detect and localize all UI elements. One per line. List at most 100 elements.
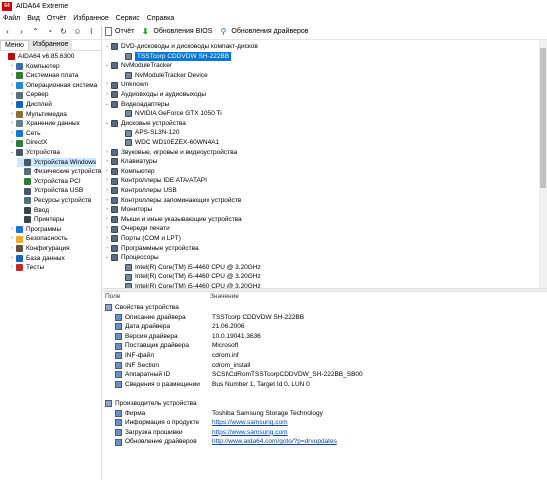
device-tree-item[interactable]: › Unknown <box>104 80 148 90</box>
expand-arrow-icon[interactable]: › <box>104 90 110 100</box>
device-tree-item[interactable]: ⌄ Дисковые устройства <box>104 119 186 129</box>
expand-arrow-icon[interactable]: › <box>104 234 110 244</box>
tree-item[interactable]: › Компьютер <box>9 62 60 72</box>
profile-icon[interactable]: ◔ <box>45 27 54 36</box>
pane-splitter[interactable] <box>103 288 547 292</box>
tree-item[interactable]: › DirectX <box>9 138 47 148</box>
device-tree-item[interactable]: › Мыши и иные указывающие устройства <box>104 215 242 225</box>
refresh-icon[interactable]: ↻ <box>59 27 68 36</box>
tree-item[interactable]: › Программы <box>9 225 61 235</box>
report-button[interactable]: Отчёт <box>105 27 134 36</box>
tree-item[interactable]: AIDA64 v6.85.6300 <box>1 52 74 62</box>
expand-arrow-icon[interactable]: ⌄ <box>104 61 110 71</box>
expand-arrow-icon[interactable]: › <box>9 71 15 81</box>
tree-item[interactable]: › Системная плата <box>9 71 78 81</box>
menu-item[interactable]: Сервис <box>113 15 144 22</box>
tab-menu[interactable]: Меню <box>0 40 29 50</box>
chart-icon[interactable]: ⌇ <box>87 27 96 36</box>
tree-item[interactable]: › Сервер <box>9 90 49 100</box>
menu-item[interactable]: Файл <box>0 15 24 22</box>
device-tree-item[interactable]: › Мониторы <box>104 205 152 215</box>
device-tree-item[interactable]: ⌄ DVD-дисководы и дисководы компакт-диско… <box>104 42 258 52</box>
device-tree-item[interactable]: › Звуковые, игровые и видеоустройства <box>104 148 237 158</box>
tree-item[interactable]: › Дисплей <box>9 100 52 110</box>
up-icon[interactable]: ⌃ <box>31 27 40 36</box>
device-tree-item[interactable]: TSSTcorp CDDVDW SH-222BB <box>118 51 232 62</box>
device-tree-item[interactable]: NvModuleTracker Device <box>118 71 208 81</box>
tree-item[interactable]: › Конфигурация <box>9 244 70 254</box>
device-tree-item[interactable]: Intel(R) Core(TM) i5-4460 CPU @ 3.20GHz <box>118 272 261 282</box>
tree-item[interactable]: › Безопасность <box>9 234 67 244</box>
device-tree-item[interactable]: › Клавиатуры <box>104 157 157 167</box>
tree-item[interactable]: Устройства Windows <box>17 157 97 168</box>
expand-arrow-icon[interactable]: › <box>9 129 15 139</box>
expand-arrow-icon[interactable]: › <box>9 81 15 91</box>
tree-item[interactable]: Ввод <box>17 206 49 216</box>
tree-item[interactable]: ⌄ Устройства <box>9 148 60 158</box>
device-tree-item[interactable]: › Контроллеры IDE ATA/ATAPI <box>104 176 207 186</box>
device-tree-item[interactable]: WDC WD10EZEX-60WN4A1 <box>118 138 219 148</box>
expand-arrow-icon[interactable]: › <box>104 196 110 206</box>
expand-arrow-icon[interactable]: › <box>9 110 15 120</box>
tree-item[interactable]: › Хранение данных <box>9 119 80 129</box>
device-tree-item[interactable]: ⌄ NvModuleTracker <box>104 61 172 71</box>
expand-arrow-icon[interactable]: ⌄ <box>104 42 110 52</box>
expand-arrow-icon[interactable]: ⌄ <box>104 119 110 129</box>
expand-arrow-icon[interactable]: › <box>104 186 110 196</box>
expand-arrow-icon[interactable]: › <box>9 225 15 235</box>
property-link[interactable]: https://www.samsung.com <box>212 418 288 428</box>
expand-arrow-icon[interactable]: › <box>9 119 15 129</box>
tree-item[interactable]: › База данных <box>9 254 65 264</box>
tree-item[interactable]: › Сеть <box>9 129 40 139</box>
tree-item[interactable]: Устройства USB <box>17 186 83 196</box>
expand-arrow-icon[interactable]: ⌄ <box>104 253 110 263</box>
scrollbar-thumb[interactable] <box>540 48 546 188</box>
expand-arrow-icon[interactable]: › <box>104 224 110 234</box>
property-link[interactable]: http://www.aida64.com/goto/?p=drvupdates <box>212 437 337 447</box>
expand-arrow-icon[interactable]: › <box>104 176 110 186</box>
expand-arrow-icon[interactable]: › <box>9 254 15 264</box>
expand-arrow-icon[interactable]: ⌄ <box>104 100 110 110</box>
tree-item[interactable]: Ресурсы устройств <box>17 196 91 206</box>
column-header-value[interactable]: Значение <box>210 292 239 302</box>
expand-arrow-icon[interactable]: › <box>104 167 110 177</box>
device-tree-item[interactable]: › Контроллеры запоминающих устройств <box>104 196 241 206</box>
device-tree-item[interactable]: NVIDIA GeForce GTX 1050 Ti <box>118 109 222 119</box>
menu-item[interactable]: Отчёт <box>44 15 70 22</box>
menu-item[interactable]: Избранное <box>70 15 112 22</box>
driver-updates-button[interactable]: ⚲ Обновления драйверов <box>218 27 308 37</box>
tree-item[interactable]: › Операционная система <box>9 81 97 91</box>
device-tree-item[interactable]: › Программные устройства <box>104 244 199 254</box>
tree-item[interactable]: Устройства PCI <box>17 177 81 187</box>
tree-item[interactable]: › Тесты <box>9 263 44 273</box>
device-tree-item[interactable]: ⌄ Видеоадаптеры <box>104 100 169 110</box>
expand-arrow-icon[interactable]: ⌄ <box>9 148 15 158</box>
vertical-scrollbar[interactable] <box>539 40 547 288</box>
menu-item[interactable]: Вид <box>24 15 44 22</box>
back-icon[interactable]: ‹ <box>3 27 12 36</box>
expand-arrow-icon[interactable]: › <box>104 244 110 254</box>
expand-arrow-icon[interactable]: › <box>104 215 110 225</box>
device-tree-item[interactable]: › Аудиовходы и аудиовыходы <box>104 90 206 100</box>
device-tree-item[interactable]: › Порты (COM и LPT) <box>104 234 181 244</box>
tree-item[interactable]: Принтеры <box>17 215 64 225</box>
device-tree-item[interactable]: › Компьютер <box>104 167 155 177</box>
user-icon[interactable]: ☺ <box>73 27 82 36</box>
expand-arrow-icon[interactable]: › <box>104 157 110 167</box>
tab-favorites[interactable]: Избранное <box>28 40 73 50</box>
device-tree-item[interactable]: Intel(R) Core(TM) i5-4460 CPU @ 3.20GHz <box>118 263 261 273</box>
expand-arrow-icon[interactable]: › <box>9 138 15 148</box>
expand-arrow-icon[interactable]: › <box>9 244 15 254</box>
menu-item[interactable]: Справка <box>144 15 178 22</box>
forward-icon[interactable]: › <box>17 27 26 36</box>
column-header-field[interactable]: Поле <box>105 292 121 302</box>
expand-arrow-icon[interactable]: › <box>104 148 110 158</box>
tree-item[interactable]: › Мультимедиа <box>9 110 67 120</box>
expand-arrow-icon[interactable]: › <box>104 80 110 90</box>
bios-updates-button[interactable]: ⬇ Обновления BIOS <box>140 27 212 37</box>
tree-item[interactable]: Физические устройств <box>17 167 101 177</box>
device-tree-item[interactable]: › Контроллеры USB <box>104 186 177 196</box>
expand-arrow-icon[interactable]: › <box>9 234 15 244</box>
expand-arrow-icon[interactable]: › <box>9 90 15 100</box>
expand-arrow-icon[interactable]: › <box>104 205 110 215</box>
